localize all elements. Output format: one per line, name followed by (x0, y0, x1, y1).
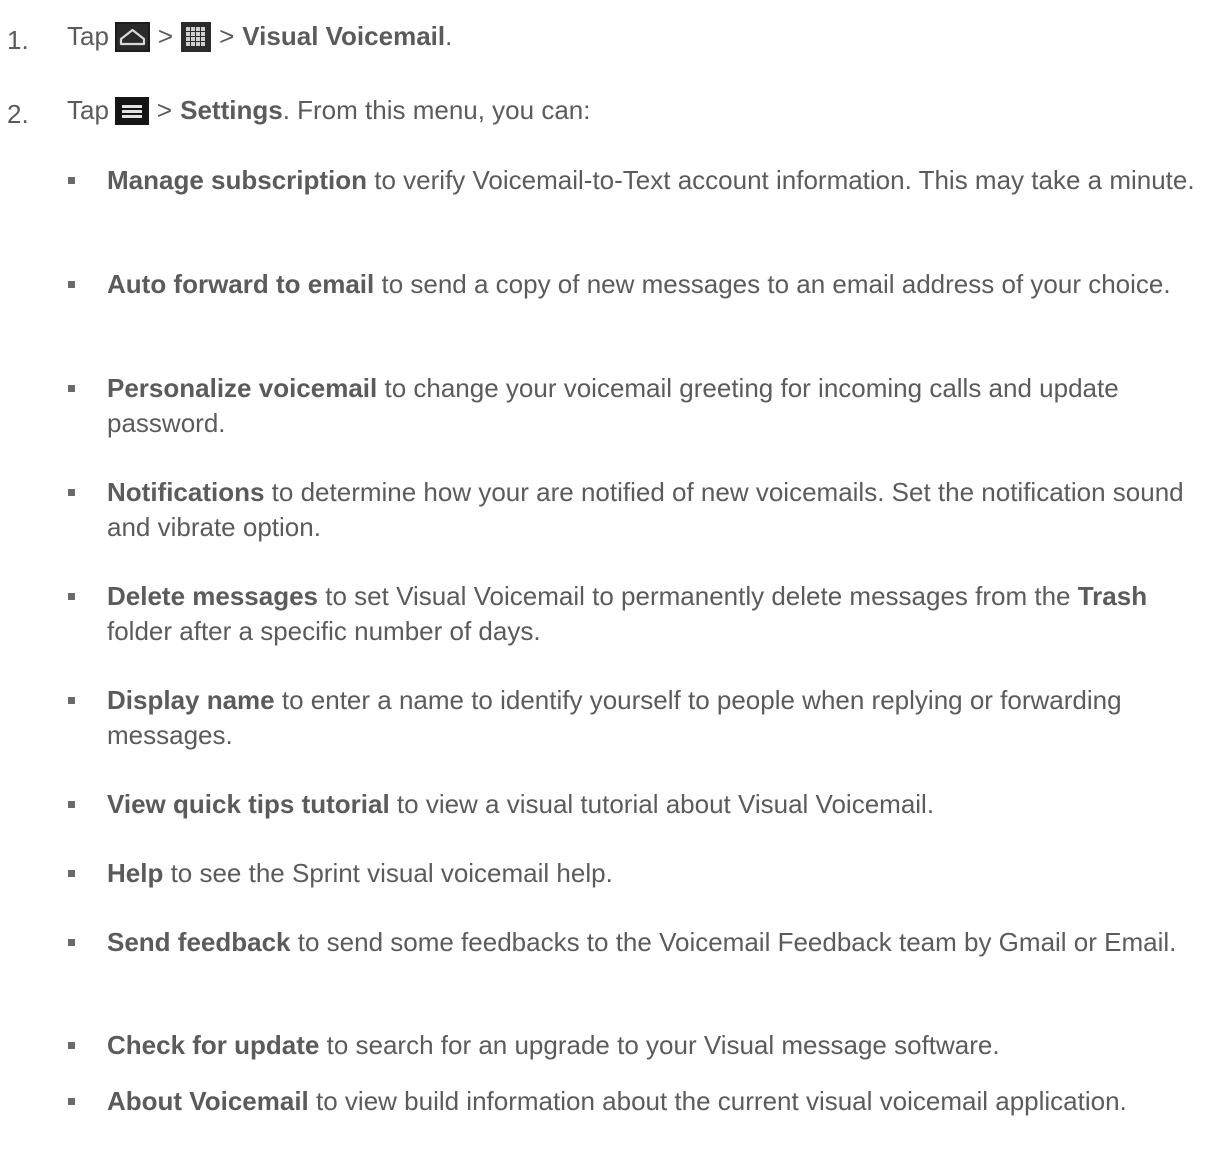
bullet-icon (68, 593, 75, 600)
option-description: to verify Voicemail-to-Text account info… (367, 165, 1195, 195)
option-description: to send a copy of new messages to an ema… (374, 269, 1171, 299)
step-body: Tap > > Visual Voicemail. (67, 20, 452, 53)
home-icon (114, 21, 150, 52)
step-body: Tap > Settings. From this menu, you can: (67, 94, 590, 127)
bullet-icon (68, 177, 75, 184)
list-item-text: View quick tips tutorial to view a visua… (107, 787, 1212, 822)
list-item-text: Display name to enter a name to identify… (107, 683, 1212, 753)
step-suffix: . From this menu, you can: (282, 95, 591, 125)
step-prefix: Tap (67, 95, 109, 125)
option-term: View quick tips tutorial (107, 789, 390, 819)
option-description: to view build information about the curr… (308, 1086, 1127, 1116)
option-description: to see the Sprint visual voicemail help. (163, 858, 613, 888)
option-term: Send feedback (107, 927, 291, 957)
option-term: Personalize voicemail (107, 373, 378, 403)
apps-icon (181, 21, 212, 52)
list-item-text: Check for update to search for an upgrad… (107, 1028, 1212, 1063)
bullet-icon (68, 281, 75, 288)
bullet-icon (68, 870, 75, 877)
option-description: to search for an upgrade to your Visual … (319, 1030, 1000, 1060)
list-item-text: Help to see the Sprint visual voicemail … (107, 856, 1212, 891)
step-2: 2. Tap > Settings. From this menu, you c… (0, 94, 1220, 134)
option-term: About Voicemail (107, 1086, 309, 1116)
list-item-text: Delete messages to set Visual Voicemail … (107, 579, 1212, 649)
bullet-icon (68, 1042, 75, 1049)
list-item-text: Manage subscription to verify Voicemail-… (107, 163, 1212, 198)
option-description: to determine how your are notified of ne… (107, 477, 1184, 542)
bullet-icon (68, 385, 75, 392)
option-term: Help (107, 858, 164, 888)
option-description: to view a visual tutorial about Visual V… (389, 789, 935, 819)
list-item-text: Send feedback to send some feedbacks to … (107, 925, 1212, 960)
separator: > (219, 21, 235, 51)
option-term: Manage subscription (107, 165, 368, 195)
step-prefix: Tap (67, 21, 109, 51)
list-item-text: Personalize voicemail to change your voi… (107, 371, 1212, 441)
step-number: 1. (7, 25, 29, 55)
bullet-icon (68, 489, 75, 496)
option-term-secondary: Trash (1077, 581, 1148, 611)
option-term: Display name (107, 685, 275, 715)
option-term: Delete messages (107, 581, 319, 611)
list-item-text: Notifications to determine how your are … (107, 475, 1212, 545)
list-item-text: About Voicemail to view build informatio… (107, 1084, 1212, 1119)
list-item-text: Auto forward to email to send a copy of … (107, 267, 1212, 302)
step-target: Visual Voicemail (242, 21, 446, 51)
step-1: 1. Tap > > Visual Voicemail. (0, 20, 1220, 60)
option-description-continued: folder after a specific number of days. (107, 616, 541, 646)
separator: > (156, 95, 173, 125)
separator: > (157, 21, 174, 51)
step-target: Settings (180, 95, 283, 125)
option-term: Notifications (107, 477, 265, 507)
bullet-icon (68, 1098, 75, 1105)
step-number: 2. (7, 99, 29, 129)
step-suffix: . (445, 21, 453, 51)
option-description: to send some feedbacks to the Voicemail … (290, 927, 1177, 957)
option-description: to set Visual Voicemail to permanently d… (318, 581, 1078, 611)
bullet-icon (68, 939, 75, 946)
option-term: Check for update (107, 1030, 320, 1060)
bullet-icon (68, 801, 75, 808)
bullet-icon (68, 697, 75, 704)
menu-icon (114, 96, 149, 125)
option-term: Auto forward to email (107, 269, 375, 299)
